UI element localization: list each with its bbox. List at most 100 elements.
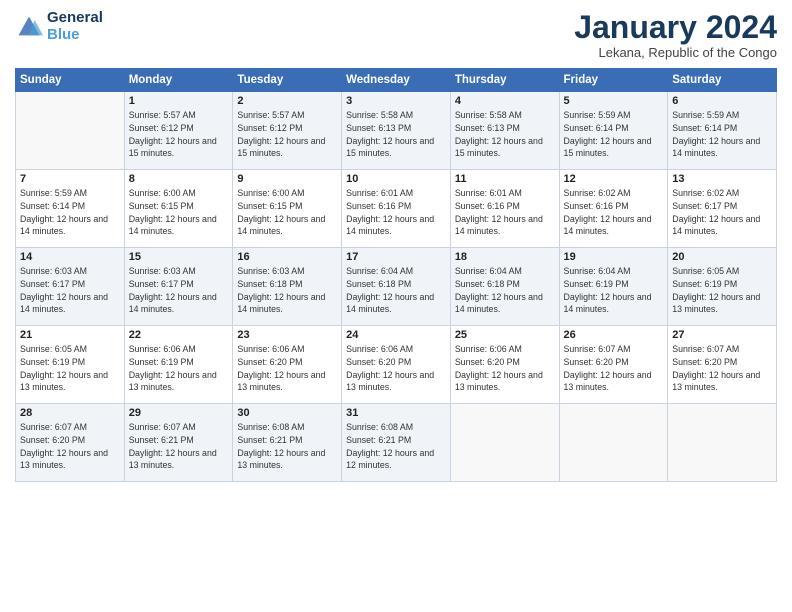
day-cell: 25 Sunrise: 6:06 AMSunset: 6:20 PMDayligh… <box>450 326 559 404</box>
day-number: 15 <box>129 251 229 263</box>
week-row-1: 1 Sunrise: 5:57 AMSunset: 6:12 PMDaylight… <box>16 92 777 170</box>
day-info: Sunrise: 6:04 AMSunset: 6:18 PMDaylight:… <box>455 265 555 316</box>
day-number: 23 <box>237 329 337 341</box>
day-cell: 15 Sunrise: 6:03 AMSunset: 6:17 PMDayligh… <box>124 248 233 326</box>
logo: General Blue <box>15 10 103 43</box>
day-number: 10 <box>346 173 446 185</box>
day-cell: 24Sunrise: 6:06 AMSunset: 6:20 PMDayligh… <box>342 326 451 404</box>
day-number: 30 <box>237 407 337 419</box>
day-info: Sunrise: 6:03 AMSunset: 6:17 PMDaylight:… <box>129 265 229 316</box>
day-cell: 1 Sunrise: 5:57 AMSunset: 6:12 PMDaylight… <box>124 92 233 170</box>
day-cell: 7Sunrise: 5:59 AMSunset: 6:14 PMDaylight… <box>16 170 125 248</box>
day-number: 29 <box>129 407 229 419</box>
day-info: Sunrise: 6:05 AMSunset: 6:19 PMDaylight:… <box>20 343 120 394</box>
day-number: 26 <box>564 329 664 341</box>
week-row-5: 28Sunrise: 6:07 AMSunset: 6:20 PMDayligh… <box>16 404 777 482</box>
day-cell: 13Sunrise: 6:02 AMSunset: 6:17 PMDayligh… <box>668 170 777 248</box>
day-cell: 16 Sunrise: 6:03 AMSunset: 6:18 PMDayligh… <box>233 248 342 326</box>
day-info: Sunrise: 6:06 AMSunset: 6:19 PMDaylight:… <box>129 343 229 394</box>
week-row-2: 7Sunrise: 5:59 AMSunset: 6:14 PMDaylight… <box>16 170 777 248</box>
day-number: 6 <box>672 95 772 107</box>
day-cell: 27 Sunrise: 6:07 AMSunset: 6:20 PMDayligh… <box>668 326 777 404</box>
month-title: January 2024 <box>574 10 777 45</box>
header: General Blue January 2024 Lekana, Republ… <box>15 10 777 60</box>
col-saturday: Saturday <box>668 69 777 92</box>
page: General Blue January 2024 Lekana, Republ… <box>0 0 792 612</box>
day-cell: 26 Sunrise: 6:07 AMSunset: 6:20 PMDayligh… <box>559 326 668 404</box>
day-info: Sunrise: 6:08 AMSunset: 6:21 PMDaylight:… <box>346 421 446 472</box>
day-number: 3 <box>346 95 446 107</box>
day-number: 4 <box>455 95 555 107</box>
day-cell: 18 Sunrise: 6:04 AMSunset: 6:18 PMDayligh… <box>450 248 559 326</box>
day-cell: 29Sunrise: 6:07 AMSunset: 6:21 PMDayligh… <box>124 404 233 482</box>
day-number: 27 <box>672 329 772 341</box>
day-cell <box>16 92 125 170</box>
day-number: 12 <box>564 173 664 185</box>
col-wednesday: Wednesday <box>342 69 451 92</box>
logo-icon <box>15 13 43 41</box>
day-info: Sunrise: 6:00 AMSunset: 6:15 PMDaylight:… <box>129 187 229 238</box>
col-sunday: Sunday <box>16 69 125 92</box>
day-cell: 12Sunrise: 6:02 AMSunset: 6:16 PMDayligh… <box>559 170 668 248</box>
day-info: Sunrise: 6:07 AMSunset: 6:20 PMDaylight:… <box>672 343 772 394</box>
day-cell: 30 Sunrise: 6:08 AMSunset: 6:21 PMDayligh… <box>233 404 342 482</box>
day-cell: 23 Sunrise: 6:06 AMSunset: 6:20 PMDayligh… <box>233 326 342 404</box>
day-cell <box>559 404 668 482</box>
day-info: Sunrise: 5:59 AMSunset: 6:14 PMDaylight:… <box>672 109 772 160</box>
day-number: 13 <box>672 173 772 185</box>
day-info: Sunrise: 5:59 AMSunset: 6:14 PMDaylight:… <box>564 109 664 160</box>
day-info: Sunrise: 6:05 AMSunset: 6:19 PMDaylight:… <box>672 265 772 316</box>
day-info: Sunrise: 6:01 AMSunset: 6:16 PMDaylight:… <box>455 187 555 238</box>
day-info: Sunrise: 6:03 AMSunset: 6:18 PMDaylight:… <box>237 265 337 316</box>
day-info: Sunrise: 5:57 AMSunset: 6:12 PMDaylight:… <box>129 109 229 160</box>
day-cell: 28Sunrise: 6:07 AMSunset: 6:20 PMDayligh… <box>16 404 125 482</box>
col-monday: Monday <box>124 69 233 92</box>
day-number: 5 <box>564 95 664 107</box>
day-number: 19 <box>564 251 664 263</box>
day-number: 14 <box>20 251 120 263</box>
day-info: Sunrise: 6:04 AMSunset: 6:18 PMDaylight:… <box>346 265 446 316</box>
day-number: 22 <box>129 329 229 341</box>
calendar-table: Sunday Monday Tuesday Wednesday Thursday… <box>15 68 777 482</box>
day-number: 9 <box>237 173 337 185</box>
day-info: Sunrise: 5:57 AMSunset: 6:12 PMDaylight:… <box>237 109 337 160</box>
day-number: 31 <box>346 407 446 419</box>
day-number: 25 <box>455 329 555 341</box>
day-number: 8 <box>129 173 229 185</box>
day-number: 7 <box>20 173 120 185</box>
day-info: Sunrise: 6:08 AMSunset: 6:21 PMDaylight:… <box>237 421 337 472</box>
day-cell: 14 Sunrise: 6:03 AMSunset: 6:17 PMDayligh… <box>16 248 125 326</box>
day-cell: 19 Sunrise: 6:04 AMSunset: 6:19 PMDayligh… <box>559 248 668 326</box>
day-cell: 6 Sunrise: 5:59 AMSunset: 6:14 PMDaylight… <box>668 92 777 170</box>
logo-text: General Blue <box>47 10 103 43</box>
day-cell: 10Sunrise: 6:01 AMSunset: 6:16 PMDayligh… <box>342 170 451 248</box>
day-number: 18 <box>455 251 555 263</box>
day-number: 2 <box>237 95 337 107</box>
day-cell: 2 Sunrise: 5:57 AMSunset: 6:12 PMDaylight… <box>233 92 342 170</box>
day-cell: 8 Sunrise: 6:00 AMSunset: 6:15 PMDaylight… <box>124 170 233 248</box>
day-number: 28 <box>20 407 120 419</box>
day-info: Sunrise: 6:04 AMSunset: 6:19 PMDaylight:… <box>564 265 664 316</box>
day-info: Sunrise: 6:06 AMSunset: 6:20 PMDaylight:… <box>237 343 337 394</box>
day-info: Sunrise: 5:58 AMSunset: 6:13 PMDaylight:… <box>346 109 446 160</box>
day-number: 1 <box>129 95 229 107</box>
day-cell: 31 Sunrise: 6:08 AMSunset: 6:21 PMDayligh… <box>342 404 451 482</box>
location: Lekana, Republic of the Congo <box>574 45 777 60</box>
day-cell: 5 Sunrise: 5:59 AMSunset: 6:14 PMDaylight… <box>559 92 668 170</box>
day-cell: 22 Sunrise: 6:06 AMSunset: 6:19 PMDayligh… <box>124 326 233 404</box>
day-info: Sunrise: 6:06 AMSunset: 6:20 PMDaylight:… <box>346 343 446 394</box>
day-info: Sunrise: 6:07 AMSunset: 6:20 PMDaylight:… <box>564 343 664 394</box>
day-cell: 17Sunrise: 6:04 AMSunset: 6:18 PMDayligh… <box>342 248 451 326</box>
day-cell <box>450 404 559 482</box>
day-number: 16 <box>237 251 337 263</box>
day-info: Sunrise: 6:06 AMSunset: 6:20 PMDaylight:… <box>455 343 555 394</box>
day-cell: 9Sunrise: 6:00 AMSunset: 6:15 PMDaylight… <box>233 170 342 248</box>
day-info: Sunrise: 6:03 AMSunset: 6:17 PMDaylight:… <box>20 265 120 316</box>
day-number: 20 <box>672 251 772 263</box>
day-cell: 3 Sunrise: 5:58 AMSunset: 6:13 PMDaylight… <box>342 92 451 170</box>
header-row: Sunday Monday Tuesday Wednesday Thursday… <box>16 69 777 92</box>
day-cell: 21Sunrise: 6:05 AMSunset: 6:19 PMDayligh… <box>16 326 125 404</box>
day-info: Sunrise: 5:58 AMSunset: 6:13 PMDaylight:… <box>455 109 555 160</box>
day-number: 11 <box>455 173 555 185</box>
week-row-3: 14 Sunrise: 6:03 AMSunset: 6:17 PMDayligh… <box>16 248 777 326</box>
